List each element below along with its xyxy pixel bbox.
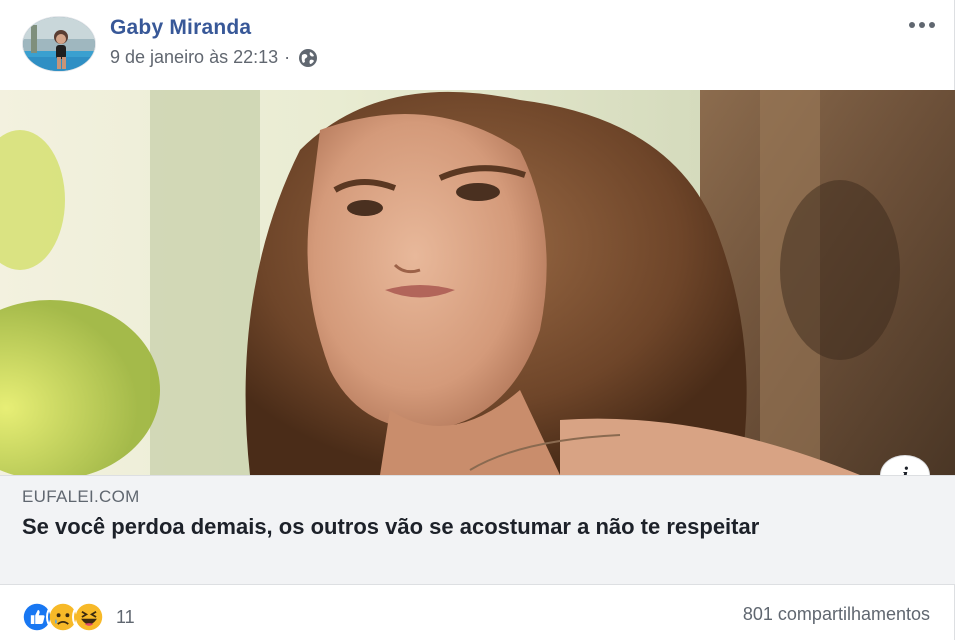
avatar[interactable] xyxy=(22,16,96,72)
more-options-icon[interactable] xyxy=(900,10,944,40)
facebook-post: Gaby Miranda 9 de janeiro às 22:13 · EUF… xyxy=(0,0,955,640)
link-preview-image[interactable] xyxy=(0,90,955,475)
link-caption[interactable]: EUFALEI.COM Se você perdoa demais, os ou… xyxy=(0,475,955,585)
reaction-count[interactable]: 11 xyxy=(116,607,135,628)
avatar-photo xyxy=(23,17,95,71)
link-domain: EUFALEI.COM xyxy=(22,487,140,506)
reactions-summary[interactable]: 11 xyxy=(20,600,135,634)
shares-count[interactable]: 801 compartilhamentos xyxy=(743,604,930,625)
post-timestamp[interactable]: 9 de janeiro às 22:13 xyxy=(110,47,278,68)
meta-separator: · xyxy=(284,47,291,67)
more-dot xyxy=(909,22,915,28)
post-meta: 9 de janeiro às 22:13 · xyxy=(110,47,318,68)
more-dot xyxy=(929,22,935,28)
more-dot xyxy=(919,22,925,28)
haha-reaction-icon xyxy=(72,600,106,634)
author-name[interactable]: Gaby Miranda xyxy=(110,16,251,40)
post-footer: 11 801 compartilhamentos xyxy=(0,586,955,640)
post-header: Gaby Miranda 9 de janeiro às 22:13 · xyxy=(0,0,955,90)
globe-icon[interactable] xyxy=(298,48,318,68)
link-title[interactable]: Se você perdoa demais, os outros vão se … xyxy=(22,513,922,541)
